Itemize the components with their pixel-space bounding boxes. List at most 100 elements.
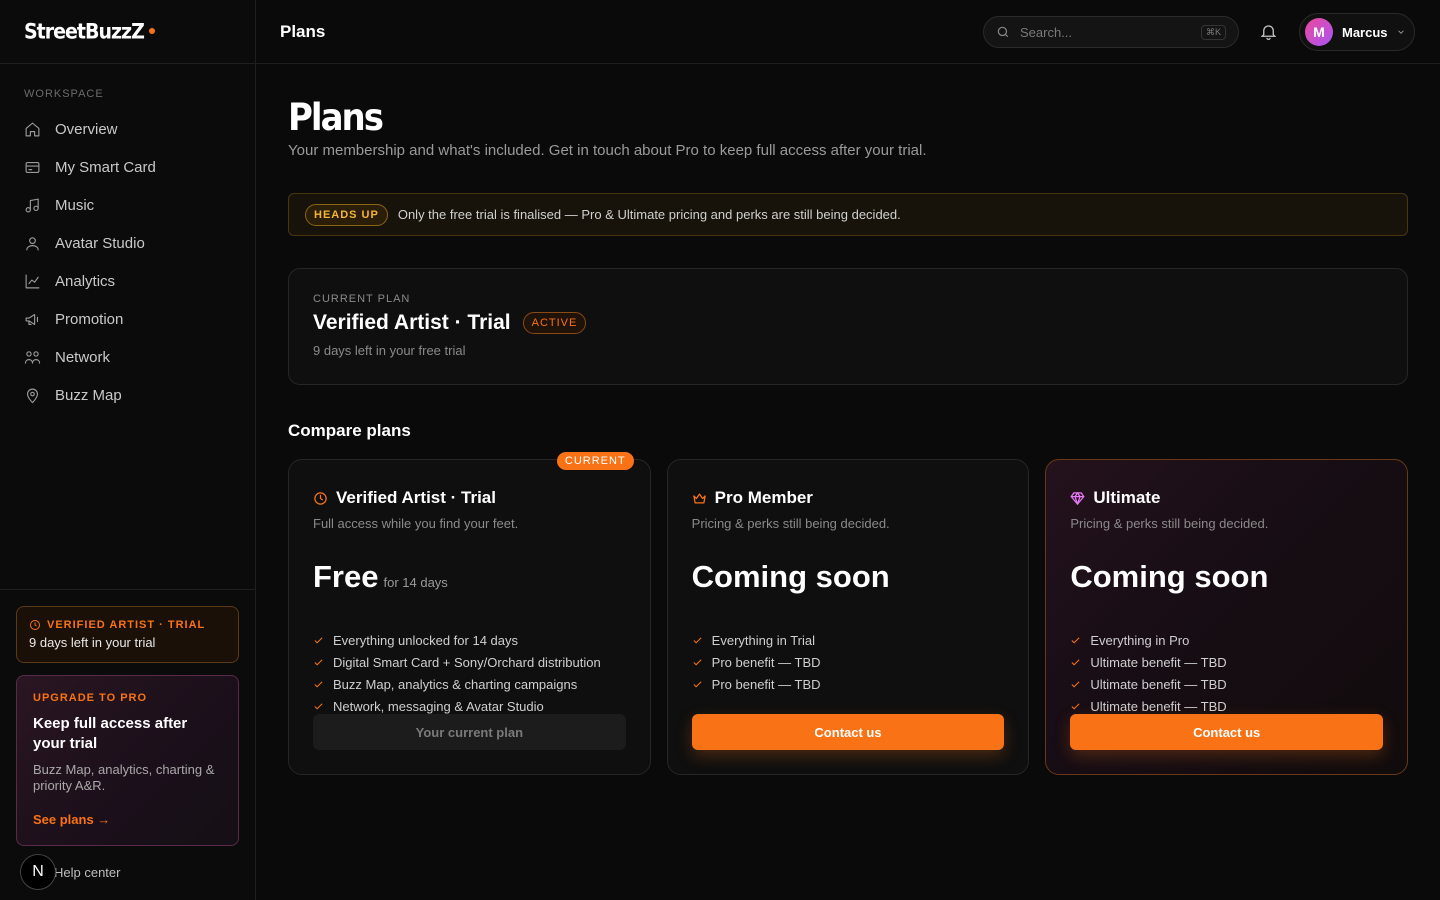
- feature-text: Pro benefit — TBD: [711, 654, 821, 670]
- current-plan-subtitle: 9 days left in your free trial: [313, 343, 466, 358]
- feature-text: Ultimate benefit — TBD: [1090, 676, 1227, 692]
- plan-card-ultimate: Ultimate Pricing & perks still being dec…: [1045, 459, 1409, 775]
- trial-label-row: VERIFIED ARTIST · TRIAL: [29, 619, 226, 631]
- sidebar-item-music[interactable]: Music: [16, 186, 239, 224]
- feature-item: Ultimate benefit — TBD: [1070, 673, 1383, 695]
- sidebar-footer: VERIFIED ARTIST · TRIAL 9 days left in y…: [0, 589, 255, 900]
- user-icon: [26, 236, 39, 250]
- current-plan-label: CURRENT PLAN: [313, 293, 411, 305]
- map-pin-icon: [26, 388, 39, 403]
- plan-card-pro: Pro Member Pricing & perks still being d…: [666, 459, 1030, 775]
- sidebar-item-avatar-studio[interactable]: Avatar Studio: [16, 224, 239, 262]
- plan-header: Verified Artist · Trial: [313, 488, 626, 508]
- current-plan-title-row: Verified Artist · Trial ACTIVE: [313, 311, 1383, 335]
- plan-price: Free: [313, 559, 379, 594]
- crown-icon: [692, 493, 706, 503]
- see-plans-link[interactable]: See plans →: [33, 812, 222, 827]
- check-icon: [314, 658, 323, 666]
- sidebar-item-analytics[interactable]: Analytics: [16, 262, 239, 300]
- check-icon: [693, 680, 702, 688]
- price-row: Coming soon: [1070, 559, 1383, 595]
- sidebar-item-label: Promotion: [55, 310, 124, 328]
- nav-heading: WORKSPACE: [24, 88, 104, 100]
- page-title: Plans: [288, 96, 384, 140]
- brand-dot: [148, 27, 155, 34]
- trial-days-left: 9 days left in your trial: [29, 635, 156, 650]
- check-icon: [314, 636, 323, 644]
- feature-list: Everything in Trial Pro benefit — TBD Pr…: [692, 629, 1005, 715]
- n-badge-icon[interactable]: N: [20, 854, 56, 890]
- check-icon: [693, 658, 702, 666]
- main-content: Plans Your membership and what's include…: [288, 64, 1409, 775]
- feature-list: Everything unlocked for 14 days Digital …: [313, 629, 626, 715]
- help-center-link[interactable]: Help center: [54, 865, 120, 880]
- search-box[interactable]: ⌘K: [983, 16, 1239, 48]
- trial-status-card[interactable]: VERIFIED ARTIST · TRIAL 9 days left in y…: [16, 606, 239, 663]
- check-icon: [1071, 658, 1080, 666]
- contact-us-button[interactable]: Contact us: [691, 714, 1005, 750]
- plan-description: Full access while you find your feet.: [313, 516, 519, 531]
- feature-text: Digital Smart Card + Sony/Orchard distri…: [333, 654, 601, 670]
- home-icon: [25, 122, 40, 136]
- plan-card-trial: CURRENT Verified Artist · Trial Full acc…: [288, 452, 651, 775]
- sidebar-item-my-smart-card[interactable]: My Smart Card: [16, 148, 239, 186]
- topbar-title: Plans: [280, 21, 326, 41]
- help-center-row[interactable]: N Help center: [16, 854, 239, 890]
- chevron-down-icon: [1397, 30, 1404, 34]
- feature-text: Everything unlocked for 14 days: [333, 632, 518, 648]
- sidebar-item-overview[interactable]: Overview: [16, 110, 239, 148]
- plan-price-sub: for 14 days: [383, 575, 448, 590]
- search-input[interactable]: [1020, 24, 1190, 40]
- logo[interactable]: StreetBuzzZ: [0, 0, 255, 64]
- brand-name: StreetBuzzZ: [24, 19, 145, 44]
- plan-header: Ultimate: [1070, 488, 1383, 508]
- feature-text: Network, messaging & Avatar Studio: [333, 698, 544, 714]
- upgrade-label: UPGRADE TO PRO: [33, 692, 148, 704]
- notice-banner: HEADS UP Only the free trial is finalise…: [288, 193, 1408, 236]
- topbar: Plans ⌘K M Marcus: [256, 0, 1440, 64]
- music-icon: [25, 198, 39, 212]
- plan-price: Coming soon: [1070, 559, 1269, 594]
- plan-description: Pricing & perks still being decided.: [691, 516, 890, 531]
- feature-text: Pro benefit — TBD: [711, 676, 821, 692]
- user-name: Marcus: [1342, 24, 1388, 40]
- page-subtitle: Your membership and what's included. Get…: [288, 142, 927, 159]
- feature-text: Everything in Pro: [1090, 632, 1190, 648]
- price-row: Free for 14 days: [313, 559, 626, 595]
- feature-item: Pro benefit — TBD: [692, 651, 1005, 673]
- feature-item: Everything unlocked for 14 days: [313, 629, 626, 651]
- upgrade-description: Buzz Map, analytics, charting & priority…: [33, 762, 215, 793]
- feature-text: Ultimate benefit — TBD: [1090, 654, 1227, 670]
- search-shortcut: ⌘K: [1200, 25, 1226, 40]
- chart-icon: [25, 274, 40, 288]
- feature-item: Everything in Pro: [1070, 629, 1383, 651]
- user-menu-button[interactable]: M Marcus: [1299, 13, 1415, 51]
- network-icon: [24, 350, 41, 364]
- feature-text: Ultimate benefit — TBD: [1090, 698, 1227, 714]
- check-icon: [1071, 680, 1080, 688]
- feature-text: Buzz Map, analytics & charting campaigns: [333, 676, 578, 692]
- current-plan-card: CURRENT PLAN Verified Artist · Trial ACT…: [288, 268, 1408, 385]
- nav-section: WORKSPACE Overview My Smart Card Music A…: [0, 64, 255, 414]
- feature-list: Everything in Pro Ultimate benefit — TBD…: [1070, 629, 1383, 715]
- sidebar-item-buzz-map[interactable]: Buzz Map: [16, 376, 239, 414]
- sidebar-item-label: Avatar Studio: [55, 234, 145, 252]
- status-badge: ACTIVE: [522, 312, 587, 334]
- plan-name: Pro Member: [714, 488, 813, 507]
- search-icon: [997, 26, 1009, 38]
- sidebar-item-network[interactable]: Network: [16, 338, 239, 376]
- check-icon: [314, 702, 323, 710]
- sidebar-item-promotion[interactable]: Promotion: [16, 300, 239, 338]
- plan-name: Verified Artist · Trial: [336, 488, 496, 507]
- current-plan-button[interactable]: Your current plan: [313, 714, 626, 750]
- check-icon: [1071, 702, 1080, 710]
- plans-grid: CURRENT Verified Artist · Trial Full acc…: [288, 452, 1409, 775]
- notifications-button[interactable]: [1259, 22, 1279, 42]
- notice-text: Only the free trial is finalised — Pro &…: [397, 207, 901, 222]
- feature-item: Digital Smart Card + Sony/Orchard distri…: [313, 651, 626, 673]
- feature-item: Buzz Map, analytics & charting campaigns: [313, 673, 626, 695]
- sidebar-item-label: Music: [55, 196, 95, 214]
- contact-us-button[interactable]: Contact us: [1070, 714, 1384, 750]
- compare-plans-heading: Compare plans: [288, 421, 411, 440]
- card-icon: [25, 161, 40, 173]
